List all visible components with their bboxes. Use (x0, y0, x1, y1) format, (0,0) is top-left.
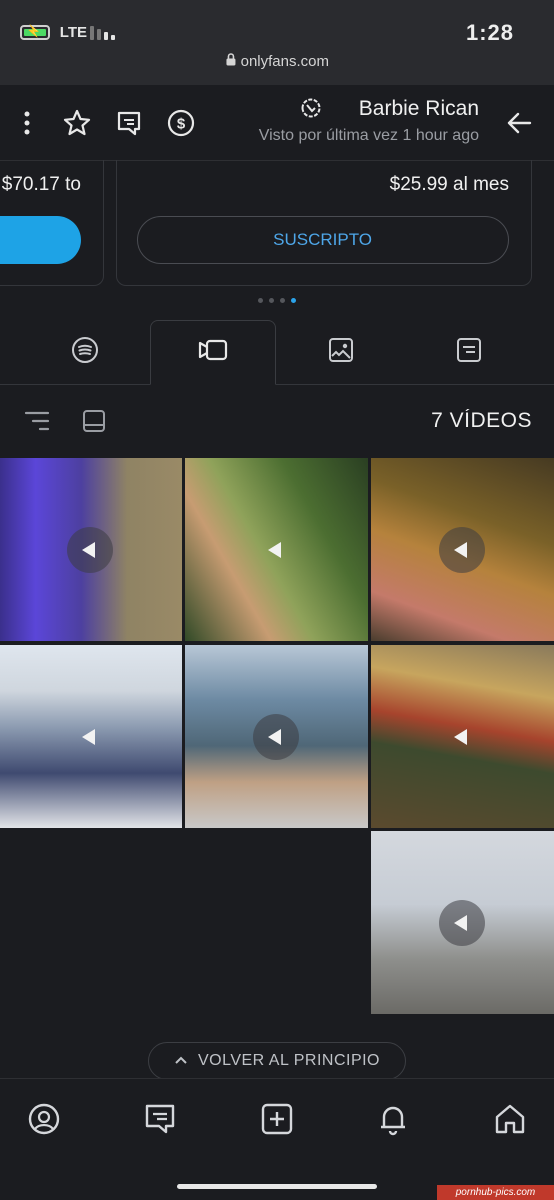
signal-icon (90, 26, 115, 40)
star-icon[interactable] (62, 108, 92, 138)
lock-icon (225, 53, 240, 70)
network-label: LTE (60, 24, 88, 41)
video-thumbnail[interactable] (185, 645, 368, 828)
message-icon[interactable] (114, 108, 144, 138)
url-text: onlyfans.com (240, 53, 329, 70)
video-thumbnail[interactable] (371, 645, 554, 828)
svg-text:$: $ (177, 116, 186, 133)
play-icon (68, 714, 114, 760)
spotify-icon (71, 336, 99, 369)
back-to-top-label: VOLVER AL PRINCIPIO (198, 1052, 380, 1069)
tip-dollar-icon[interactable]: $ (166, 108, 196, 138)
play-icon (440, 714, 486, 760)
profile-header: Barbie Rican Visto por última vez 1 hour… (0, 85, 554, 161)
url-bar[interactable]: onlyfans.com (0, 53, 554, 70)
back-arrow-icon[interactable] (504, 108, 534, 143)
subscribed-label: SUSCRIPTO (273, 230, 373, 249)
play-icon (253, 713, 300, 760)
video-thumbnail[interactable] (0, 458, 182, 641)
bottom-navigation (0, 1078, 554, 1200)
home-icon[interactable] (490, 1099, 530, 1139)
play-icon (254, 527, 300, 573)
status-bar: 1:28 LTE ⚡ onlyfans.com (0, 0, 554, 85)
clock: 1:28 (465, 20, 514, 45)
photos-icon (328, 337, 354, 368)
subscription-carousel[interactable]: $25.99 al mes SUSCRIPTO $70.17 to (0, 160, 554, 290)
sort-filter-icon[interactable] (24, 409, 50, 438)
play-icon (439, 526, 486, 573)
video-thumbnail[interactable] (0, 645, 182, 828)
chevron-up-icon (174, 1052, 188, 1070)
carousel-pagination (0, 298, 554, 303)
grid-view-icon[interactable] (82, 409, 106, 438)
messages-icon[interactable] (140, 1099, 180, 1139)
posts-icon (456, 337, 482, 368)
video-thumbnail[interactable] (371, 831, 554, 1014)
verified-badge-icon (300, 97, 322, 124)
subscription-card: $25.99 al mes SUSCRIPTO (116, 160, 532, 286)
video-count: 7 VÍDEOS (431, 409, 532, 432)
play-icon (67, 526, 114, 573)
more-vertical-icon[interactable] (12, 108, 42, 138)
back-to-top-button[interactable]: VOLVER AL PRINCIPIO (148, 1042, 406, 1080)
watermark: pornhub-pics.com (437, 1185, 554, 1200)
carousel-dot[interactable] (258, 298, 263, 303)
videos-icon (198, 337, 228, 368)
video-grid (0, 458, 554, 1018)
add-post-icon[interactable] (257, 1099, 297, 1139)
home-indicator (177, 1184, 377, 1189)
last-seen-text: Visto por última vez 1 hour ago (258, 127, 479, 144)
screen: 1:28 LTE ⚡ onlyfans.com Barbie Rican Vis… (0, 0, 554, 1200)
tab-photos[interactable] (278, 320, 404, 384)
bundle-subscribe-button[interactable] (0, 216, 81, 264)
profile-name[interactable]: Barbie Rican (359, 97, 479, 121)
tab-videos[interactable] (150, 320, 276, 385)
subscribed-button[interactable]: SUSCRIPTO (137, 216, 509, 264)
bundle-price: $70.17 to (1, 174, 81, 195)
notifications-bell-icon[interactable] (373, 1099, 413, 1139)
media-toolbar: 7 VÍDEOS (0, 385, 554, 457)
battery-icon: ⚡ (20, 24, 50, 40)
video-thumbnail[interactable] (185, 458, 368, 641)
media-tabs (0, 320, 554, 385)
bundle-card: $70.17 to (0, 160, 104, 286)
subscription-price: $25.99 al mes (389, 174, 509, 195)
profile-avatar-icon[interactable] (24, 1099, 64, 1139)
tab-music[interactable] (22, 320, 148, 384)
tab-posts[interactable] (406, 320, 532, 384)
play-icon (439, 899, 486, 946)
video-thumbnail[interactable] (371, 458, 554, 641)
carousel-dot[interactable] (291, 298, 296, 303)
carousel-dot[interactable] (269, 298, 274, 303)
carousel-dot[interactable] (280, 298, 285, 303)
